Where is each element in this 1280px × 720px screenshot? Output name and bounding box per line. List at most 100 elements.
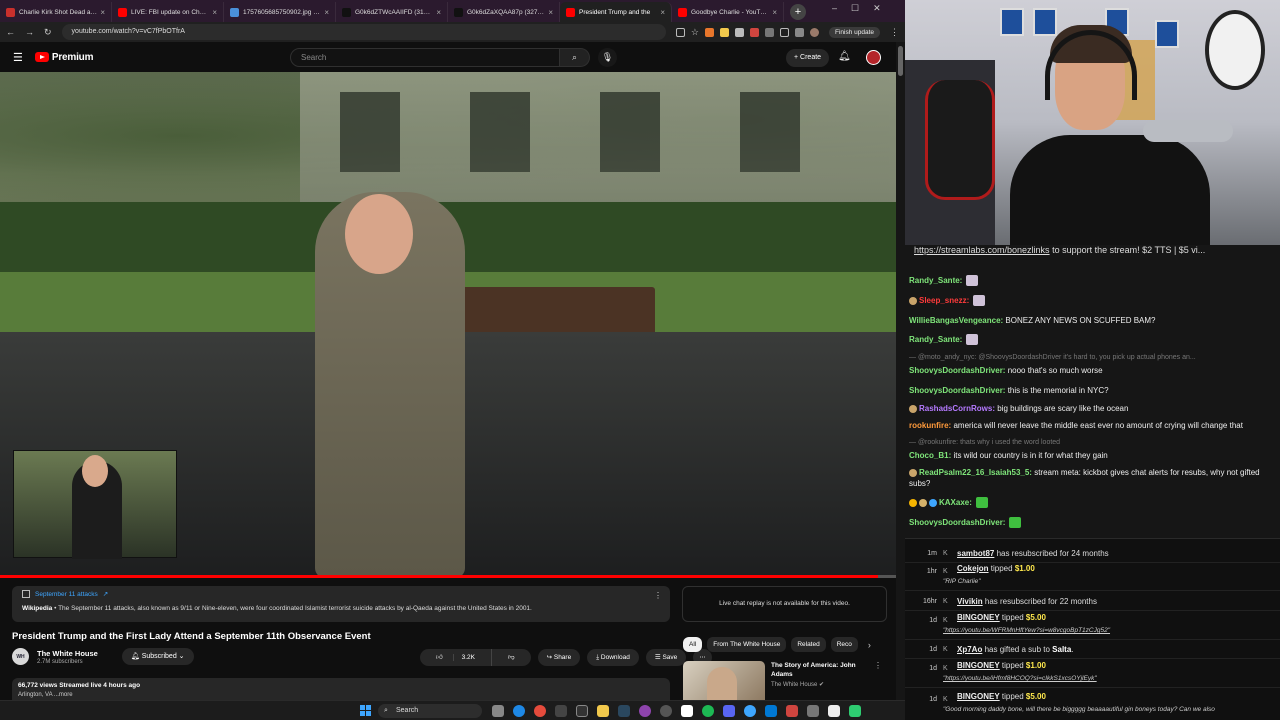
app-icon[interactable]	[765, 705, 777, 717]
download-icon[interactable]	[794, 27, 804, 37]
back-icon[interactable]: ←	[6, 27, 15, 37]
tab-close-icon[interactable]: ×	[100, 8, 105, 17]
close-icon[interactable]: ✕	[873, 3, 881, 14]
event-user[interactable]: sambot87	[957, 549, 994, 558]
browser-tab[interactable]: 1757605685750902.jpg (1200 ×	[224, 2, 336, 22]
download-button[interactable]: ⤓ Download	[587, 649, 639, 666]
more-options-icon[interactable]: ⋮	[654, 591, 662, 600]
create-button[interactable]: + Create	[786, 49, 830, 67]
tab-close-icon[interactable]: ×	[324, 8, 329, 17]
voice-search-button[interactable]: 🎙	[598, 48, 617, 67]
context-info-panel[interactable]: September 11 attacks ↗ Wikipedia • The S…	[12, 586, 670, 622]
app-icon[interactable]	[744, 705, 756, 717]
channel-name[interactable]: The White House	[37, 649, 98, 658]
channel-avatar[interactable]: WH	[12, 648, 29, 665]
chat-username[interactable]: WillieBangasVengeance:	[909, 316, 1003, 325]
recommended-title[interactable]: The Story of America: John Adams	[771, 661, 868, 679]
recommended-thumbnail[interactable]	[683, 661, 765, 700]
forward-icon[interactable]: →	[25, 27, 34, 37]
bookmark-star-icon[interactable]: ☆	[691, 27, 699, 38]
browser-tab[interactable]: G0k6dZTWcAAIIFD (312×56 ×	[336, 2, 448, 22]
event-user[interactable]: BINGONEY	[957, 613, 1000, 622]
app-icon[interactable]	[576, 705, 588, 717]
event-user[interactable]: BINGONEY	[957, 661, 1000, 670]
pinned-link[interactable]: https://streamlabs.com/bonezlinks	[914, 245, 1050, 255]
windows-start-icon[interactable]	[360, 705, 371, 716]
video-progress-bar[interactable]	[0, 575, 896, 578]
filter-chip[interactable]: All	[683, 637, 703, 652]
tab-close-icon[interactable]: ×	[772, 8, 777, 17]
chrome-icon[interactable]	[534, 705, 546, 717]
app-icon[interactable]	[828, 705, 840, 717]
chat-username[interactable]: rookunfire:	[909, 421, 951, 430]
tab-close-icon[interactable]: ×	[660, 8, 665, 17]
minimize-icon[interactable]: –	[832, 3, 837, 14]
browser-tab[interactable]: Charlie Kirk Shot Dead at 31 ×	[0, 2, 112, 22]
finish-update-button[interactable]: Finish update	[828, 26, 880, 38]
save-button[interactable]: ☰ Save	[645, 649, 687, 666]
app-icon[interactable]	[723, 705, 735, 717]
notifications-bell-icon[interactable]: 🔔︎	[838, 51, 851, 62]
video-player[interactable]	[0, 72, 896, 578]
search-input[interactable]: Search	[290, 48, 560, 67]
chat-username[interactable]: Randy_Sante:	[909, 276, 962, 285]
profile-icon[interactable]	[809, 27, 819, 37]
scrollbar-thumb[interactable]	[898, 46, 903, 76]
info-topic[interactable]: September 11 attacks ↗	[22, 590, 660, 598]
browser-tab[interactable]: Goodbye Charlie - YouTube ×	[672, 2, 784, 22]
browser-tab[interactable]: President Trump and the ×	[560, 2, 672, 22]
event-user[interactable]: BINGONEY	[957, 692, 1000, 701]
chat-username[interactable]: RashadsCornRows:	[919, 404, 995, 413]
filter-chip[interactable]: Reco	[830, 637, 858, 652]
app-icon[interactable]	[786, 705, 798, 717]
event-user[interactable]: Xp7Ao	[957, 645, 982, 654]
spotify-icon[interactable]	[702, 705, 714, 717]
task-view-icon[interactable]	[492, 705, 504, 717]
url-field[interactable]: youtube.com/watch?v=vC7fPbOTfrA	[61, 24, 666, 40]
youtube-logo[interactable]: Premium	[34, 52, 93, 63]
reload-icon[interactable]: ↻	[44, 27, 52, 38]
extension-icon[interactable]	[734, 27, 744, 37]
browser-menu-icon[interactable]: ⋮	[890, 27, 899, 38]
filter-chip[interactable]: Related	[791, 637, 826, 652]
install-icon[interactable]	[675, 27, 685, 37]
filter-chip[interactable]: From The White House	[707, 637, 787, 652]
chat-username[interactable]: Randy_Sante:	[909, 335, 962, 344]
puzzle-icon[interactable]	[764, 27, 774, 37]
extension-icon[interactable]	[719, 27, 729, 37]
chat-username[interactable]: ShoovysDoordashDriver:	[909, 366, 1005, 375]
chat-username[interactable]: ShoovysDoordashDriver:	[909, 386, 1005, 395]
subscribed-button[interactable]: 🔔︎ Subscribed ⌄	[121, 648, 194, 665]
page-scrollbar[interactable]	[896, 42, 905, 700]
chat-username[interactable]: Sleep_snezz:	[919, 296, 969, 305]
taskbar-search[interactable]: ⌕ Search	[378, 704, 482, 718]
account-avatar[interactable]	[866, 50, 881, 65]
browser-tab[interactable]: LIVE: FBI update on Charlie ×	[112, 2, 224, 22]
dislike-button[interactable]: 👎︎	[490, 649, 531, 666]
sidebar-icon[interactable]	[779, 27, 789, 37]
extension-icon[interactable]	[704, 27, 714, 37]
hamburger-menu-icon[interactable]: ☰	[13, 51, 23, 64]
steam-icon[interactable]	[618, 705, 630, 717]
edge-icon[interactable]	[513, 705, 525, 717]
chat-username[interactable]: ReadPsalm22_16_Isaiah53_5:	[919, 468, 1032, 477]
event-target-user[interactable]: Salta	[1052, 645, 1071, 654]
extension-icon[interactable]	[749, 27, 759, 37]
more-options-icon[interactable]: ⋮	[874, 661, 882, 700]
tab-close-icon[interactable]: ×	[212, 8, 217, 17]
app-icon[interactable]	[639, 705, 651, 717]
recommended-video[interactable]: The Story of America: John Adams The Whi…	[683, 661, 888, 700]
new-tab-button[interactable]: +	[790, 4, 806, 20]
event-message[interactable]: "https://youtu.be/iHfmf8HCOQ?si=cIkkS1xc…	[943, 675, 1273, 682]
chat-username[interactable]: KAXaxe:	[939, 498, 972, 507]
search-button[interactable]: ⌕	[560, 48, 590, 67]
tab-close-icon[interactable]: ×	[436, 8, 441, 17]
tab-close-icon[interactable]: ×	[548, 8, 553, 17]
maximize-icon[interactable]: ☐	[851, 3, 859, 14]
app-icon[interactable]	[681, 705, 693, 717]
description-box[interactable]: 66,772 views Streamed live 4 hours ago A…	[12, 678, 670, 700]
browser-tab[interactable]: G0k6dZaXQAA87p (327×48 ×	[448, 2, 560, 22]
app-icon[interactable]	[555, 705, 567, 717]
event-user[interactable]: Vivikin	[957, 597, 983, 606]
app-icon[interactable]	[660, 705, 672, 717]
